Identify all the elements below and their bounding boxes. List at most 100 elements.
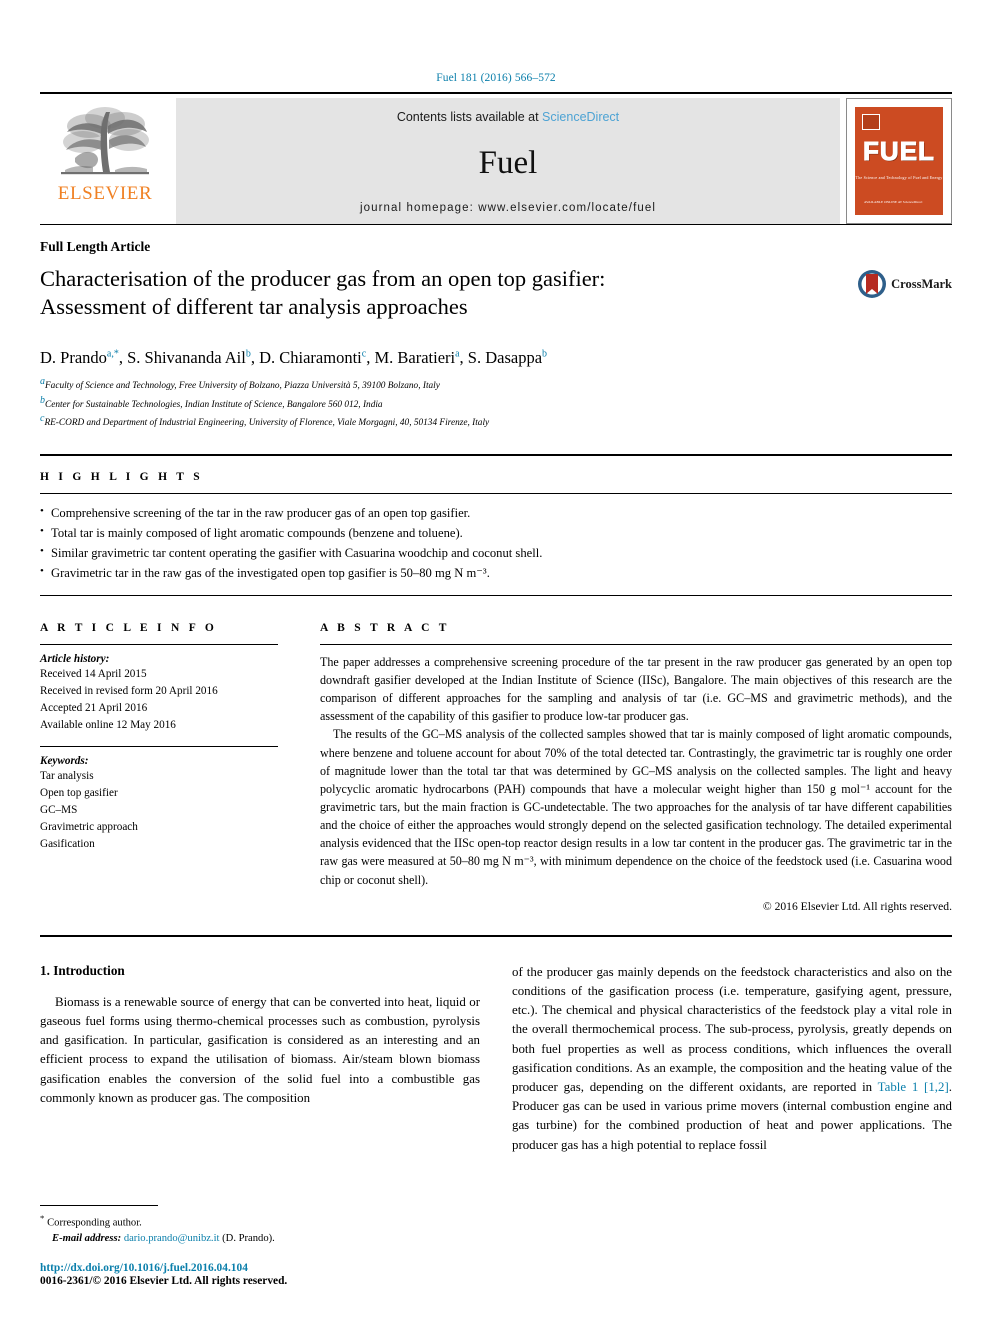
title-line-2: Assessment of different tar analysis app… [40, 293, 468, 319]
affiliation-text: RE-CORD and Department of Industrial Eng… [44, 418, 490, 429]
top-rule [40, 92, 952, 94]
elsevier-logo: ELSEVIER [40, 98, 170, 224]
article-page: Fuel 181 (2016) 566–572 ELSEVIER Content… [0, 0, 992, 1323]
highlights-bottom-rule [40, 594, 952, 596]
journal-masthead: ELSEVIER Contents lists available at Sci… [40, 98, 952, 224]
title-line-1: Characterisation of the producer gas fro… [40, 266, 606, 291]
elsevier-wordmark: ELSEVIER [57, 183, 153, 204]
author-affiliation-marker: a [455, 348, 460, 360]
cover-wordmark: FUEL [863, 136, 935, 167]
masthead-bottom-rule [40, 224, 952, 225]
journal-band: Contents lists available at ScienceDirec… [176, 98, 840, 224]
author-affiliation-marker: c [361, 348, 367, 360]
footnote-rule [40, 1205, 158, 1207]
article-info-column: A R T I C L E I N F O Article history: R… [40, 610, 278, 913]
author-affiliation-marker: a,* [106, 348, 119, 360]
email-owner: (D. Prando). [222, 1233, 275, 1245]
article-info-label: A R T I C L E I N F O [40, 621, 218, 634]
article-history-3: Available online 12 May 2016 [40, 718, 176, 731]
article-history-0: Received 14 April 2015 [40, 667, 147, 680]
affiliation-text: Center for Sustainable Technologies, Ind… [45, 399, 383, 410]
author-affiliation-marker: b [542, 348, 548, 360]
highlights-top-rule [40, 454, 952, 457]
affiliation-0: aFaculty of Science and Technology, Free… [40, 375, 952, 393]
article-type-label: Full Length Article [40, 239, 151, 254]
contents-line: Contents lists available at ScienceDirec… [397, 110, 619, 124]
corresponding-author-text: Corresponding author. [47, 1217, 142, 1229]
article-history-1: Received in revised form 20 April 2016 [40, 684, 218, 697]
journal-cover-thumbnail: FUEL The Science and Technology of Fuel … [846, 98, 952, 224]
author-name: S. Dasappa [467, 348, 543, 368]
doi-link[interactable]: http://dx.doi.org/10.1016/j.fuel.2016.04… [40, 1262, 480, 1274]
page-title: Characterisation of the producer gas fro… [40, 265, 605, 320]
author-0: D. Prandoa,* [40, 348, 119, 367]
email-link[interactable]: dario.prando@unibz.it [124, 1233, 220, 1244]
list-item: Total tar is mainly composed of light ar… [40, 523, 952, 544]
cover-artwork: FUEL The Science and Technology of Fuel … [855, 107, 943, 215]
crossmark-label: CrossMark [891, 276, 952, 291]
sciencedirect-link[interactable]: ScienceDirect [542, 110, 619, 124]
abstract-rule [320, 643, 952, 645]
cover-subtitle: The Science and Technology of Fuel and E… [855, 175, 943, 180]
article-history-2: Accepted 21 April 2016 [40, 701, 148, 714]
highlights-list: Comprehensive screening of the tar in th… [40, 494, 952, 595]
info-abstract-row: A R T I C L E I N F O Article history: R… [40, 610, 952, 913]
affiliation-text: Faculty of Science and Technology, Free … [45, 381, 440, 392]
copyright-line: © 2016 Elsevier Ltd. All rights reserved… [762, 899, 952, 913]
crossmark-icon [858, 270, 887, 298]
elsevier-tree-icon [61, 107, 149, 175]
running-head: Fuel 181 (2016) 566–572 [436, 72, 556, 84]
corresponding-author-note: * Corresponding author. [40, 1213, 142, 1229]
highlights-label: H I G H L I G H T S [40, 471, 203, 484]
body-paragraph: Biomass is a renewable source of energy … [40, 994, 480, 1105]
abstract-paragraph: The paper addresses a comprehensive scre… [320, 654, 952, 724]
list-item: Gravimetric tar in the raw gas of the in… [40, 563, 952, 584]
journal-title: Fuel [478, 144, 538, 181]
list-item: Similar gravimetric tar content operatin… [40, 543, 952, 564]
cover-footer-text: AVAILABLE ONLINE AT ScienceDirect [864, 199, 923, 204]
email-label: E-mail address: [52, 1233, 122, 1245]
abstract-column: A B S T R A C T The paper addresses a co… [320, 610, 952, 913]
article-history-title: Article history: [40, 652, 110, 665]
title-row: Characterisation of the producer gas fro… [40, 255, 952, 335]
cover-elsevier-mark-icon [862, 114, 880, 130]
body-columns: 1. Introduction Biomass is a renewable s… [40, 963, 952, 1155]
body-column-right: of the producer gas mainly depends on th… [512, 963, 952, 1155]
affiliation-1: bCenter for Sustainable Technologies, In… [40, 394, 952, 412]
email-note: E-mail address: dario.prando@unibz.it (D… [40, 1231, 480, 1247]
article-info-rule [40, 643, 278, 645]
affiliation-2: cRE-CORD and Department of Industrial En… [40, 412, 952, 430]
crossmark-badge[interactable]: CrossMark [857, 269, 952, 299]
abstract-body: The paper addresses a comprehensive scre… [320, 653, 952, 889]
abstract-paragraph: The results of the GC–MS analysis of the… [320, 727, 952, 887]
author-name: S. Shivananda Ail [127, 348, 246, 368]
keyword-2: GC–MS [40, 803, 78, 816]
author-name: D. Chiaramonti [259, 348, 362, 368]
issn-copyright-line: 0016-2361/© 2016 Elsevier Ltd. All right… [40, 1275, 288, 1287]
footnote-block: * Corresponding author. E-mail address: … [40, 1205, 480, 1287]
affiliation-list: aFaculty of Science and Technology, Free… [40, 375, 952, 430]
author-name: M. Baratieri [374, 348, 456, 368]
body-column-left: 1. Introduction Biomass is a renewable s… [40, 963, 480, 1155]
body-paragraph: of the producer gas mainly depends on th… [512, 963, 952, 1155]
abstract-label: A B S T R A C T [320, 621, 450, 634]
keyword-4: Gasification [40, 837, 95, 850]
table-1-reference-link[interactable]: Table 1 [1,2] [878, 1080, 949, 1094]
keyword-1: Open top gasifier [40, 786, 118, 799]
author-name: D. Prando [40, 348, 107, 368]
author-1: S. Shivananda Ailb [127, 348, 251, 367]
keyword-0: Tar analysis [40, 769, 94, 782]
body-text-pre: of the producer gas mainly depends on th… [512, 964, 952, 1094]
author-affiliation-marker: b [245, 348, 251, 360]
author-4: S. Dasappab [468, 348, 547, 367]
author-list: D. Prandoa,*, S. Shivananda Ailb, D. Chi… [40, 348, 548, 368]
section-heading-introduction: 1. Introduction [40, 962, 125, 978]
journal-homepage-link[interactable]: journal homepage: www.elsevier.com/locat… [360, 202, 656, 214]
body-top-rule [40, 934, 952, 937]
keywords-rule [40, 745, 278, 747]
contents-prefix: Contents lists available at [396, 110, 543, 124]
author-3: M. Baratieria [374, 348, 459, 367]
keyword-3: Gravimetric approach [40, 820, 138, 833]
list-item: Comprehensive screening of the tar in th… [40, 503, 952, 524]
author-2: D. Chiaramontic [259, 348, 366, 367]
